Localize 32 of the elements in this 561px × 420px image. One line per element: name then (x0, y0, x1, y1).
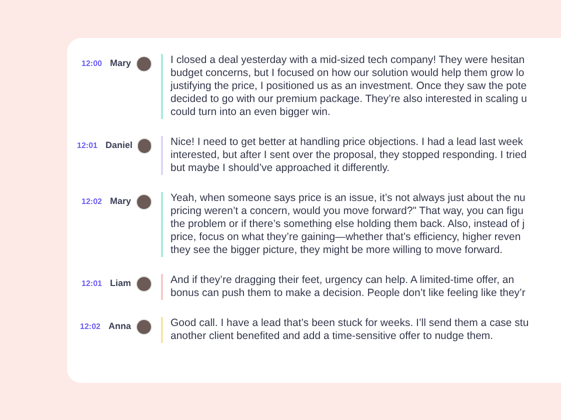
message-line: pricing weren’t a concern, would you move forward?" That way, you can figu (170, 205, 524, 218)
message-time: 12:02 (80, 321, 100, 333)
sender-name: Mary (110, 57, 131, 70)
message-line: interested, but after I sent over the proposal, they stopped responding. I tried (170, 149, 527, 162)
sender-name: Anna (108, 320, 131, 334)
message-line: they see the bigger picture, they might be more willing to move forward. (170, 244, 504, 257)
message-line: but maybe I should’ve approached it differently. (170, 162, 391, 175)
avatar-icon (136, 56, 152, 72)
sender-name: Liam (110, 277, 131, 290)
sender-name: Mary (110, 195, 131, 208)
message-time: 12:00 (82, 58, 102, 70)
avatar-icon (136, 319, 152, 335)
message-time: 12:01 (82, 278, 102, 290)
message-time: 12:02 (82, 196, 102, 208)
message-line: the problem or if there’s something else holding them back. Also, instead of j (170, 218, 526, 231)
message-line: decided to go with our premium package. They’re also interested in scaling u (170, 93, 527, 106)
message-line: price, focus on what they’re gaining—whether that’s efficiency, higher reven (170, 231, 522, 244)
message-line: And if they’re dragging their feet, urgency can help. A limited-time offer, an (170, 274, 516, 287)
message-line: Yeah, when someone says price is an issue, it’s not always just about the nu (170, 192, 526, 205)
message-line: could turn into an even bigger win. (170, 106, 332, 119)
message-line: I closed a deal yesterday with a mid-sized tech company! They were hesitan (170, 54, 526, 67)
avatar-icon (136, 276, 152, 292)
message-line: Good call. I have a lead that’s been stuck for weeks. I’ll send them a case stu (170, 317, 529, 330)
message-line: Nice! I need to get better at handling price objections. I had a lead last week (170, 136, 524, 149)
avatar-icon (136, 194, 152, 210)
message-time: 12:01 (77, 140, 98, 152)
message-line: bonus can push them to make a decision. People don’t like feeling like they’r (170, 287, 526, 300)
message-line: budget concerns, but I focused on how our solution would help them grow lo (170, 67, 526, 80)
message-line: justifying the price, I positioned us as an investment. Once they saw the pote (170, 80, 527, 93)
avatar-icon (137, 138, 152, 154)
sender-name: Daniel (105, 139, 132, 152)
message-line: another client benefited and add a time-sensitive offer to nudge them. (170, 330, 494, 343)
